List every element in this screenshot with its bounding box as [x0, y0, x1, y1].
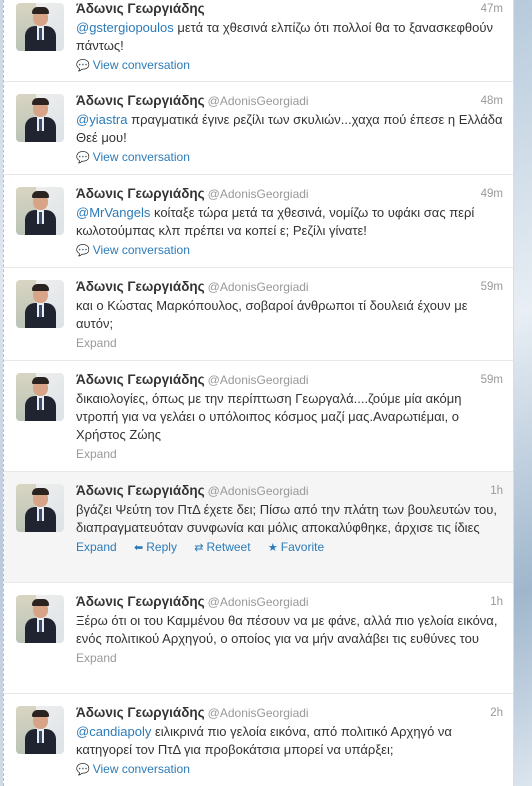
tweet-item[interactable]: Άδωνις Γεωργιάδης 47m @gstergiopoulos με…: [4, 0, 513, 82]
tweet-text: και ο Κώστας Μαρκόπουλος, σοβαροί άνθρωπ…: [76, 298, 468, 331]
tweet-item[interactable]: Άδωνις Γεωργιάδης @AdonisGeorgiadi 48m @y…: [4, 82, 513, 175]
author-handle[interactable]: @AdonisGeorgiadi: [208, 484, 309, 498]
author-handle[interactable]: @AdonisGeorgiadi: [208, 187, 309, 201]
favorite-button[interactable]: ★ Favorite: [268, 540, 324, 554]
author-name[interactable]: Άδωνις Γεωργιάδης: [76, 372, 205, 387]
author-handle[interactable]: @AdonisGeorgiadi: [208, 373, 309, 387]
avatar[interactable]: [16, 706, 64, 754]
retweet-button[interactable]: ⇄ Retweet: [194, 540, 250, 554]
timestamp[interactable]: 59m: [481, 278, 503, 296]
speech-bubble-icon: 💬: [76, 764, 90, 776]
avatar[interactable]: [16, 484, 64, 532]
avatar[interactable]: [16, 595, 64, 643]
tweet-item[interactable]: Άδωνις Γεωργιάδης @AdonisGeorgiadi 1h Ξέρ…: [4, 583, 513, 694]
tweet-text: βγάζει Ψεύτη τον ΠτΔ έχετε δει; Πίσω από…: [76, 502, 497, 535]
tweet-item[interactable]: Άδωνις Γεωργιάδης @AdonisGeorgiadi 49m @M…: [4, 175, 513, 268]
author-handle[interactable]: @AdonisGeorgiadi: [208, 94, 309, 108]
author-handle[interactable]: @AdonisGeorgiadi: [208, 595, 309, 609]
mention-link[interactable]: @candiapoly: [76, 724, 151, 739]
star-icon: ★: [267, 542, 278, 554]
timestamp[interactable]: 2h: [490, 704, 503, 722]
avatar[interactable]: [16, 280, 64, 328]
reply-button[interactable]: ⬅ Reply: [134, 540, 177, 554]
speech-bubble-icon: 💬: [76, 152, 90, 164]
author-name[interactable]: Άδωνις Γεωργιάδης: [76, 93, 205, 108]
tweet-item-hovered[interactable]: Άδωνις Γεωργιάδης @AdonisGeorgiadi 1h βγά…: [4, 472, 513, 583]
expand-link[interactable]: Expand: [76, 447, 117, 461]
mention-link[interactable]: @MrVangels: [76, 205, 150, 220]
view-conversation-link[interactable]: 💬 View conversation: [76, 150, 190, 164]
author-name[interactable]: Άδωνις Γεωργιάδης: [76, 594, 205, 609]
author-name[interactable]: Άδωνις Γεωργιάδης: [76, 186, 205, 201]
tweet-text: @gstergiopoulos μετά τα χθεσινά ελπίζω ό…: [76, 20, 493, 53]
view-conversation-link[interactable]: 💬 View conversation: [76, 58, 190, 72]
avatar[interactable]: [16, 3, 64, 51]
mention-link[interactable]: @yiastra: [76, 112, 128, 127]
timestamp[interactable]: 48m: [481, 92, 503, 110]
author-handle[interactable]: @AdonisGeorgiadi: [208, 706, 309, 720]
timestamp[interactable]: 1h: [490, 482, 503, 500]
tweet-text: Ξέρω ότι οι του Καμμένου θα πέσουν να με…: [76, 613, 498, 646]
author-handle[interactable]: @AdonisGeorgiadi: [208, 280, 309, 294]
tweet-item[interactable]: Άδωνις Γεωργιάδης @AdonisGeorgiadi 2h @ca…: [4, 694, 513, 786]
tweet-text: @yiastra πραγματικά έγινε ρεζίλι των σκυ…: [76, 112, 503, 145]
view-conversation-link[interactable]: 💬 View conversation: [76, 243, 190, 257]
retweet-icon: ⇄: [194, 542, 204, 554]
author-name[interactable]: Άδωνις Γεωργιάδης: [76, 705, 205, 720]
author-name[interactable]: Άδωνις Γεωργιάδης: [76, 1, 205, 16]
timestamp[interactable]: 1h: [490, 593, 503, 611]
expand-link[interactable]: Expand: [76, 651, 117, 665]
timestamp[interactable]: 49m: [481, 185, 503, 203]
timestamp[interactable]: 59m: [481, 371, 503, 389]
avatar[interactable]: [16, 187, 64, 235]
tweet-text: δικαιολογίες, όπως με την περίπτωση Γεωρ…: [76, 391, 462, 442]
mention-link[interactable]: @gstergiopoulos: [76, 20, 174, 35]
tweet-timeline: Άδωνις Γεωργιάδης 47m @gstergiopoulos με…: [3, 0, 514, 786]
view-conversation-link[interactable]: 💬 View conversation: [76, 762, 190, 776]
avatar[interactable]: [16, 373, 64, 421]
tweet-item[interactable]: Άδωνις Γεωργιάδης @AdonisGeorgiadi 59m δι…: [4, 361, 513, 472]
avatar[interactable]: [16, 94, 64, 142]
reply-arrow-icon: ⬅: [134, 542, 144, 554]
author-name[interactable]: Άδωνις Γεωργιάδης: [76, 483, 205, 498]
expand-link[interactable]: Expand: [76, 540, 117, 554]
speech-bubble-icon: 💬: [76, 60, 90, 72]
speech-bubble-icon: 💬: [76, 245, 90, 257]
tweet-item[interactable]: Άδωνις Γεωργιάδης @AdonisGeorgiadi 59m κα…: [4, 268, 513, 361]
author-name[interactable]: Άδωνις Γεωργιάδης: [76, 279, 205, 294]
tweet-text: @candiapoly ειλικρινά πιο γελοία εικόνα,…: [76, 724, 452, 757]
timestamp[interactable]: 47m: [481, 0, 503, 18]
expand-link[interactable]: Expand: [76, 336, 117, 350]
tweet-text: @MrVangels κοίταξε τώρα μετά τα χθεσινά,…: [76, 205, 475, 238]
